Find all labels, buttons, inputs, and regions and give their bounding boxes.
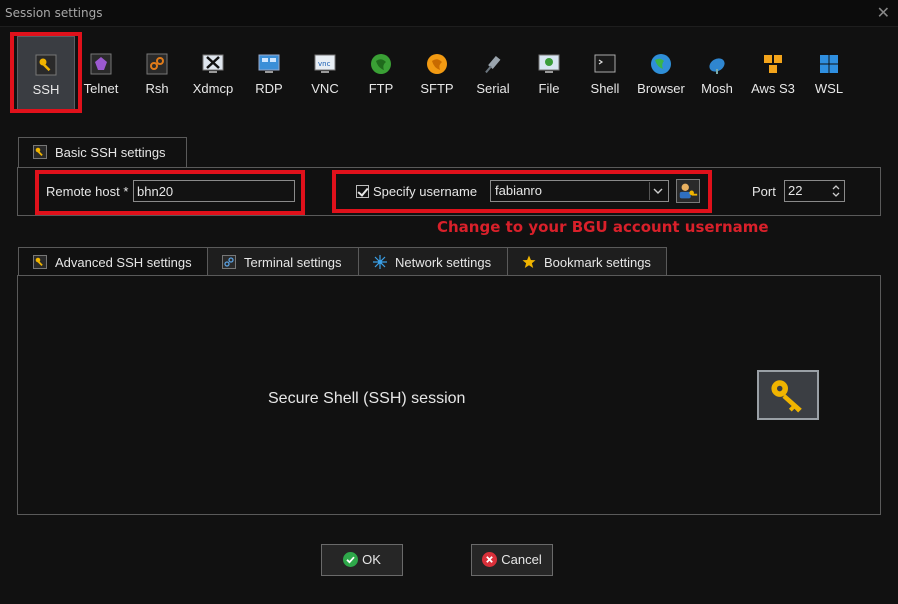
protocol-label: Xdmcp: [192, 81, 234, 96]
remote-host-input[interactable]: [133, 180, 295, 202]
protocol-telnet[interactable]: Telnet: [73, 36, 129, 108]
title-bar: Session settings ✕: [0, 0, 898, 27]
protocol-label: Browser: [637, 81, 685, 96]
protocol-browser[interactable]: Browser: [633, 36, 689, 108]
tab-basic-ssh-settings[interactable]: Basic SSH settings: [18, 137, 187, 168]
protocol-label: FTP: [368, 81, 394, 96]
protocol-label: WSL: [814, 81, 844, 96]
username-select[interactable]: fabianro: [490, 180, 669, 202]
tab-label: Terminal settings: [244, 255, 342, 270]
cancel-label: Cancel: [501, 552, 542, 567]
specify-username-label: Specify username: [373, 184, 478, 199]
user-manager-button[interactable]: [676, 179, 700, 203]
specify-username-checkbox[interactable]: [356, 185, 369, 198]
protocol-label: Aws S3: [751, 81, 795, 96]
terminal-icon: [222, 255, 236, 269]
protocol-label: SSH: [32, 82, 60, 97]
advanced-settings-panel: Secure Shell (SSH) session: [17, 275, 881, 515]
chevron-down-icon: [649, 182, 663, 200]
tab-network-settings[interactable]: Network settings: [358, 247, 508, 275]
close-icon[interactable]: ✕: [877, 3, 890, 22]
protocol-rsh[interactable]: Rsh: [129, 36, 185, 108]
protocol-ftp[interactable]: FTP: [353, 36, 409, 108]
port-label: Port: [752, 184, 776, 199]
session-key-badge: [757, 370, 819, 420]
key-icon: [35, 54, 57, 76]
serial-icon: [485, 55, 501, 74]
rdp-icon: [258, 54, 280, 73]
port-input[interactable]: 22: [784, 180, 845, 202]
tab-advanced-ssh-settings[interactable]: Advanced SSH settings: [18, 247, 208, 275]
protocol-label: Rsh: [145, 81, 169, 96]
protocol-label: Telnet: [83, 81, 119, 96]
protocol-serial[interactable]: Serial: [465, 36, 521, 108]
window-title: Session settings: [5, 6, 103, 20]
protocol-rdp[interactable]: RDP: [241, 36, 297, 108]
spinner-arrows-icon[interactable]: [829, 182, 843, 200]
mosh-icon: [709, 58, 725, 74]
protocol-label: Serial: [476, 81, 510, 96]
protocol-bar: SSH Telnet Rsh Xdmcp RDP vnc VNC FTP SFT…: [0, 28, 898, 120]
svg-text:vnc: vnc: [318, 60, 331, 68]
protocol-wsl[interactable]: WSL: [801, 36, 857, 108]
key-icon: [33, 255, 47, 269]
protocol-file[interactable]: File: [521, 36, 577, 108]
protocol-shell[interactable]: Shell: [577, 36, 633, 108]
vnc-icon: vnc: [314, 54, 336, 73]
ftp-icon: [371, 54, 391, 74]
port-value: 22: [788, 183, 803, 198]
ok-button[interactable]: OK: [321, 544, 403, 576]
username-value: fabianro: [495, 183, 542, 198]
session-description: Secure Shell (SSH) session: [268, 390, 466, 407]
protocol-label: VNC: [311, 81, 339, 96]
tab-terminal-settings[interactable]: Terminal settings: [207, 247, 359, 275]
user-key-icon: [679, 183, 698, 199]
protocol-sftp[interactable]: SFTP: [409, 36, 465, 108]
wsl-icon: [820, 55, 838, 73]
rsh-icon: [146, 53, 168, 75]
protocol-label: File: [538, 81, 560, 96]
username-annotation: Change to your BGU account username: [437, 218, 769, 236]
tab-label: Network settings: [395, 255, 492, 270]
protocol-label: RDP: [255, 81, 283, 96]
aws-s3-icon: [764, 55, 782, 73]
telnet-icon: [90, 53, 112, 75]
key-icon: [771, 380, 802, 413]
tab-label: Basic SSH settings: [55, 145, 166, 160]
xdmcp-icon: [202, 54, 224, 73]
protocol-label: Mosh: [701, 81, 733, 96]
tab-label: Advanced SSH settings: [55, 255, 192, 270]
ok-label: OK: [362, 552, 381, 567]
file-icon: [538, 54, 560, 73]
tab-bookmark-settings[interactable]: Bookmark settings: [507, 247, 667, 275]
network-icon: [373, 255, 387, 269]
protocol-mosh[interactable]: Mosh: [689, 36, 745, 108]
basic-settings-panel: Remote host * Specify username fabianro …: [17, 167, 881, 216]
protocol-label: SFTP: [420, 81, 454, 96]
star-icon: [522, 255, 536, 268]
key-icon: [33, 145, 47, 159]
sftp-icon: [427, 54, 447, 74]
browser-icon: [651, 54, 671, 74]
cancel-icon: [482, 552, 498, 567]
remote-host-label: Remote host *: [46, 184, 129, 199]
cancel-button[interactable]: Cancel: [471, 544, 553, 576]
protocol-aws-s3[interactable]: Aws S3: [745, 36, 801, 108]
check-icon: [343, 552, 359, 567]
protocol-xdmcp[interactable]: Xdmcp: [185, 36, 241, 108]
shell-icon: [594, 54, 616, 73]
protocol-ssh[interactable]: SSH: [17, 36, 75, 110]
protocol-label: Shell: [590, 81, 620, 96]
protocol-vnc[interactable]: vnc VNC: [297, 36, 353, 108]
tab-label: Bookmark settings: [544, 255, 651, 270]
